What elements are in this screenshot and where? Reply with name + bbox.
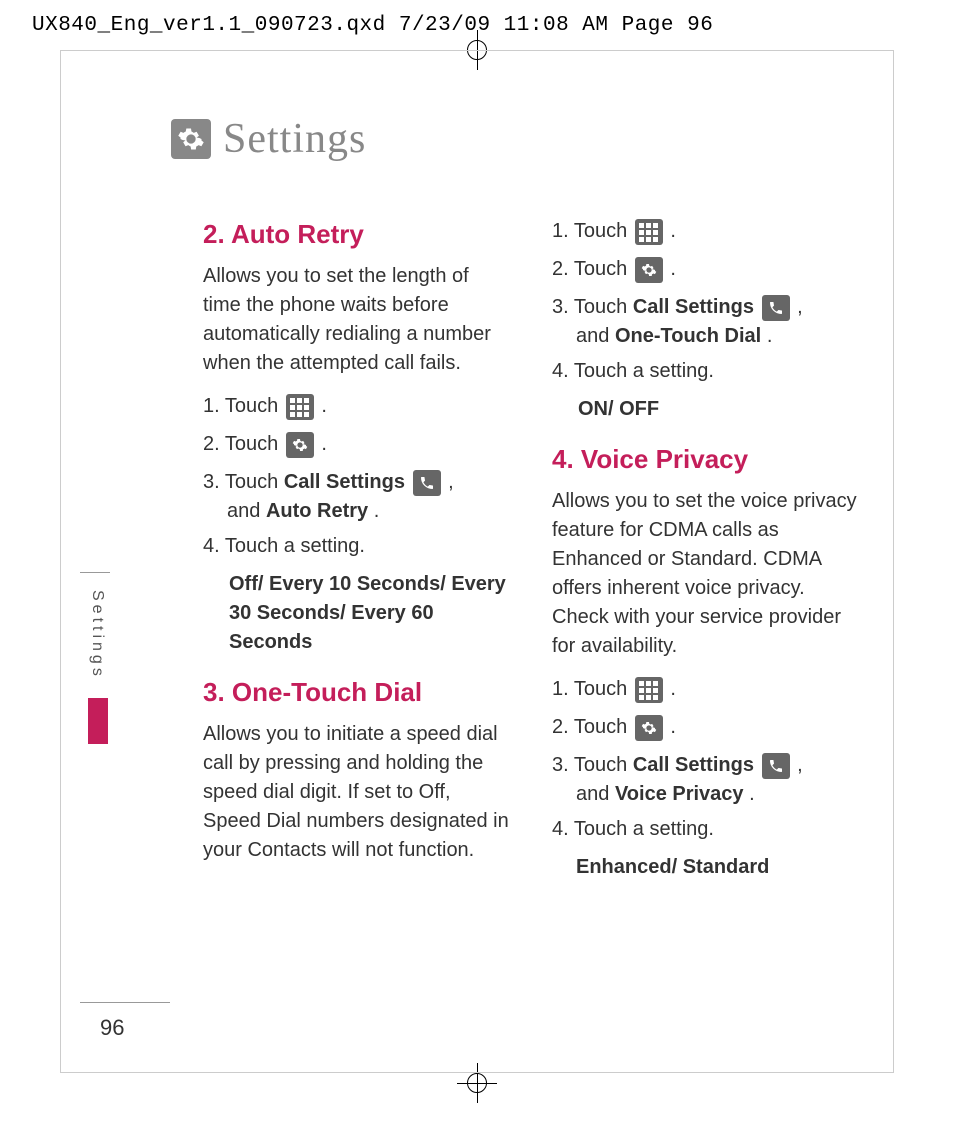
menu-grid-icon	[635, 677, 663, 703]
step-bold: Call Settings	[284, 472, 405, 494]
step-text: ,	[797, 297, 803, 319]
side-tab: Settings	[88, 580, 108, 744]
step-text: 4. Touch a setting.	[203, 535, 510, 558]
side-tab-label: Settings	[88, 580, 106, 690]
menu-grid-icon	[635, 219, 663, 245]
step-text: ,	[797, 755, 803, 777]
step-text: and	[576, 325, 615, 347]
step-text: and	[227, 500, 266, 522]
step-text: .	[767, 325, 773, 347]
step-text: 2. Touch	[552, 259, 633, 281]
gear-icon	[286, 432, 314, 458]
step-text: .	[670, 221, 676, 243]
divider	[80, 572, 110, 573]
page-content: Settings 2. Auto Retry Allows you to set…	[95, 115, 859, 1033]
desc-voice-privacy: Allows you to set the voice privacy feat…	[552, 487, 859, 661]
step-text: 3. Touch	[552, 297, 633, 319]
step-text: 3. Touch	[552, 755, 633, 777]
divider	[80, 1002, 170, 1003]
options-text: Off/ Every 10 Seconds/ Every 30 Seconds/…	[229, 570, 510, 657]
step-text: 1. Touch	[552, 679, 633, 701]
gear-icon	[171, 119, 211, 159]
step-text: 2. Touch	[552, 717, 633, 739]
page-title: Settings	[223, 115, 366, 163]
options-text: ON/ OFF	[578, 395, 859, 424]
gear-icon	[635, 715, 663, 741]
menu-grid-icon	[286, 394, 314, 420]
heading-one-touch: 3. One-Touch Dial	[203, 677, 510, 708]
step-text: .	[321, 434, 327, 456]
step-text: .	[670, 717, 676, 739]
print-header: UX840_Eng_ver1.1_090723.qxd 7/23/09 11:0…	[32, 14, 713, 37]
side-tab-bar	[88, 698, 108, 744]
right-column: 1. Touch . 2. Touch . 3. Touch Call Sett…	[552, 219, 859, 882]
step-text: 1. Touch	[552, 221, 633, 243]
step-bold: Call Settings	[633, 755, 754, 777]
step-text: 4. Touch a setting.	[552, 818, 859, 841]
step-text: 4. Touch a setting.	[552, 360, 859, 383]
step-text: .	[670, 679, 676, 701]
gear-icon	[635, 257, 663, 283]
step-bold: Auto Retry	[266, 500, 368, 522]
step-text: and	[576, 783, 615, 805]
step-text: 1. Touch	[203, 396, 284, 418]
settings-header: Settings	[171, 115, 859, 163]
phone-icon	[762, 295, 790, 321]
phone-icon	[762, 753, 790, 779]
page-number: 96	[100, 1015, 124, 1041]
step-text: .	[670, 259, 676, 281]
phone-icon	[413, 470, 441, 496]
heading-auto-retry: 2. Auto Retry	[203, 219, 510, 250]
step-bold: Call Settings	[633, 297, 754, 319]
step-text: 2. Touch	[203, 434, 284, 456]
step-bold: Voice Privacy	[615, 783, 744, 805]
step-text: .	[374, 500, 380, 522]
step-text: 3. Touch	[203, 472, 284, 494]
heading-voice-privacy: 4. Voice Privacy	[552, 444, 859, 475]
left-column: 2. Auto Retry Allows you to set the leng…	[203, 219, 510, 882]
step-bold: One-Touch Dial	[615, 325, 761, 347]
desc-auto-retry: Allows you to set the length of time the…	[203, 262, 510, 378]
options-text: Enhanced/ Standard	[576, 853, 859, 882]
desc-one-touch: Allows you to initiate a speed dial call…	[203, 720, 510, 865]
step-text: .	[749, 783, 755, 805]
step-text: .	[321, 396, 327, 418]
step-text: ,	[448, 472, 454, 494]
